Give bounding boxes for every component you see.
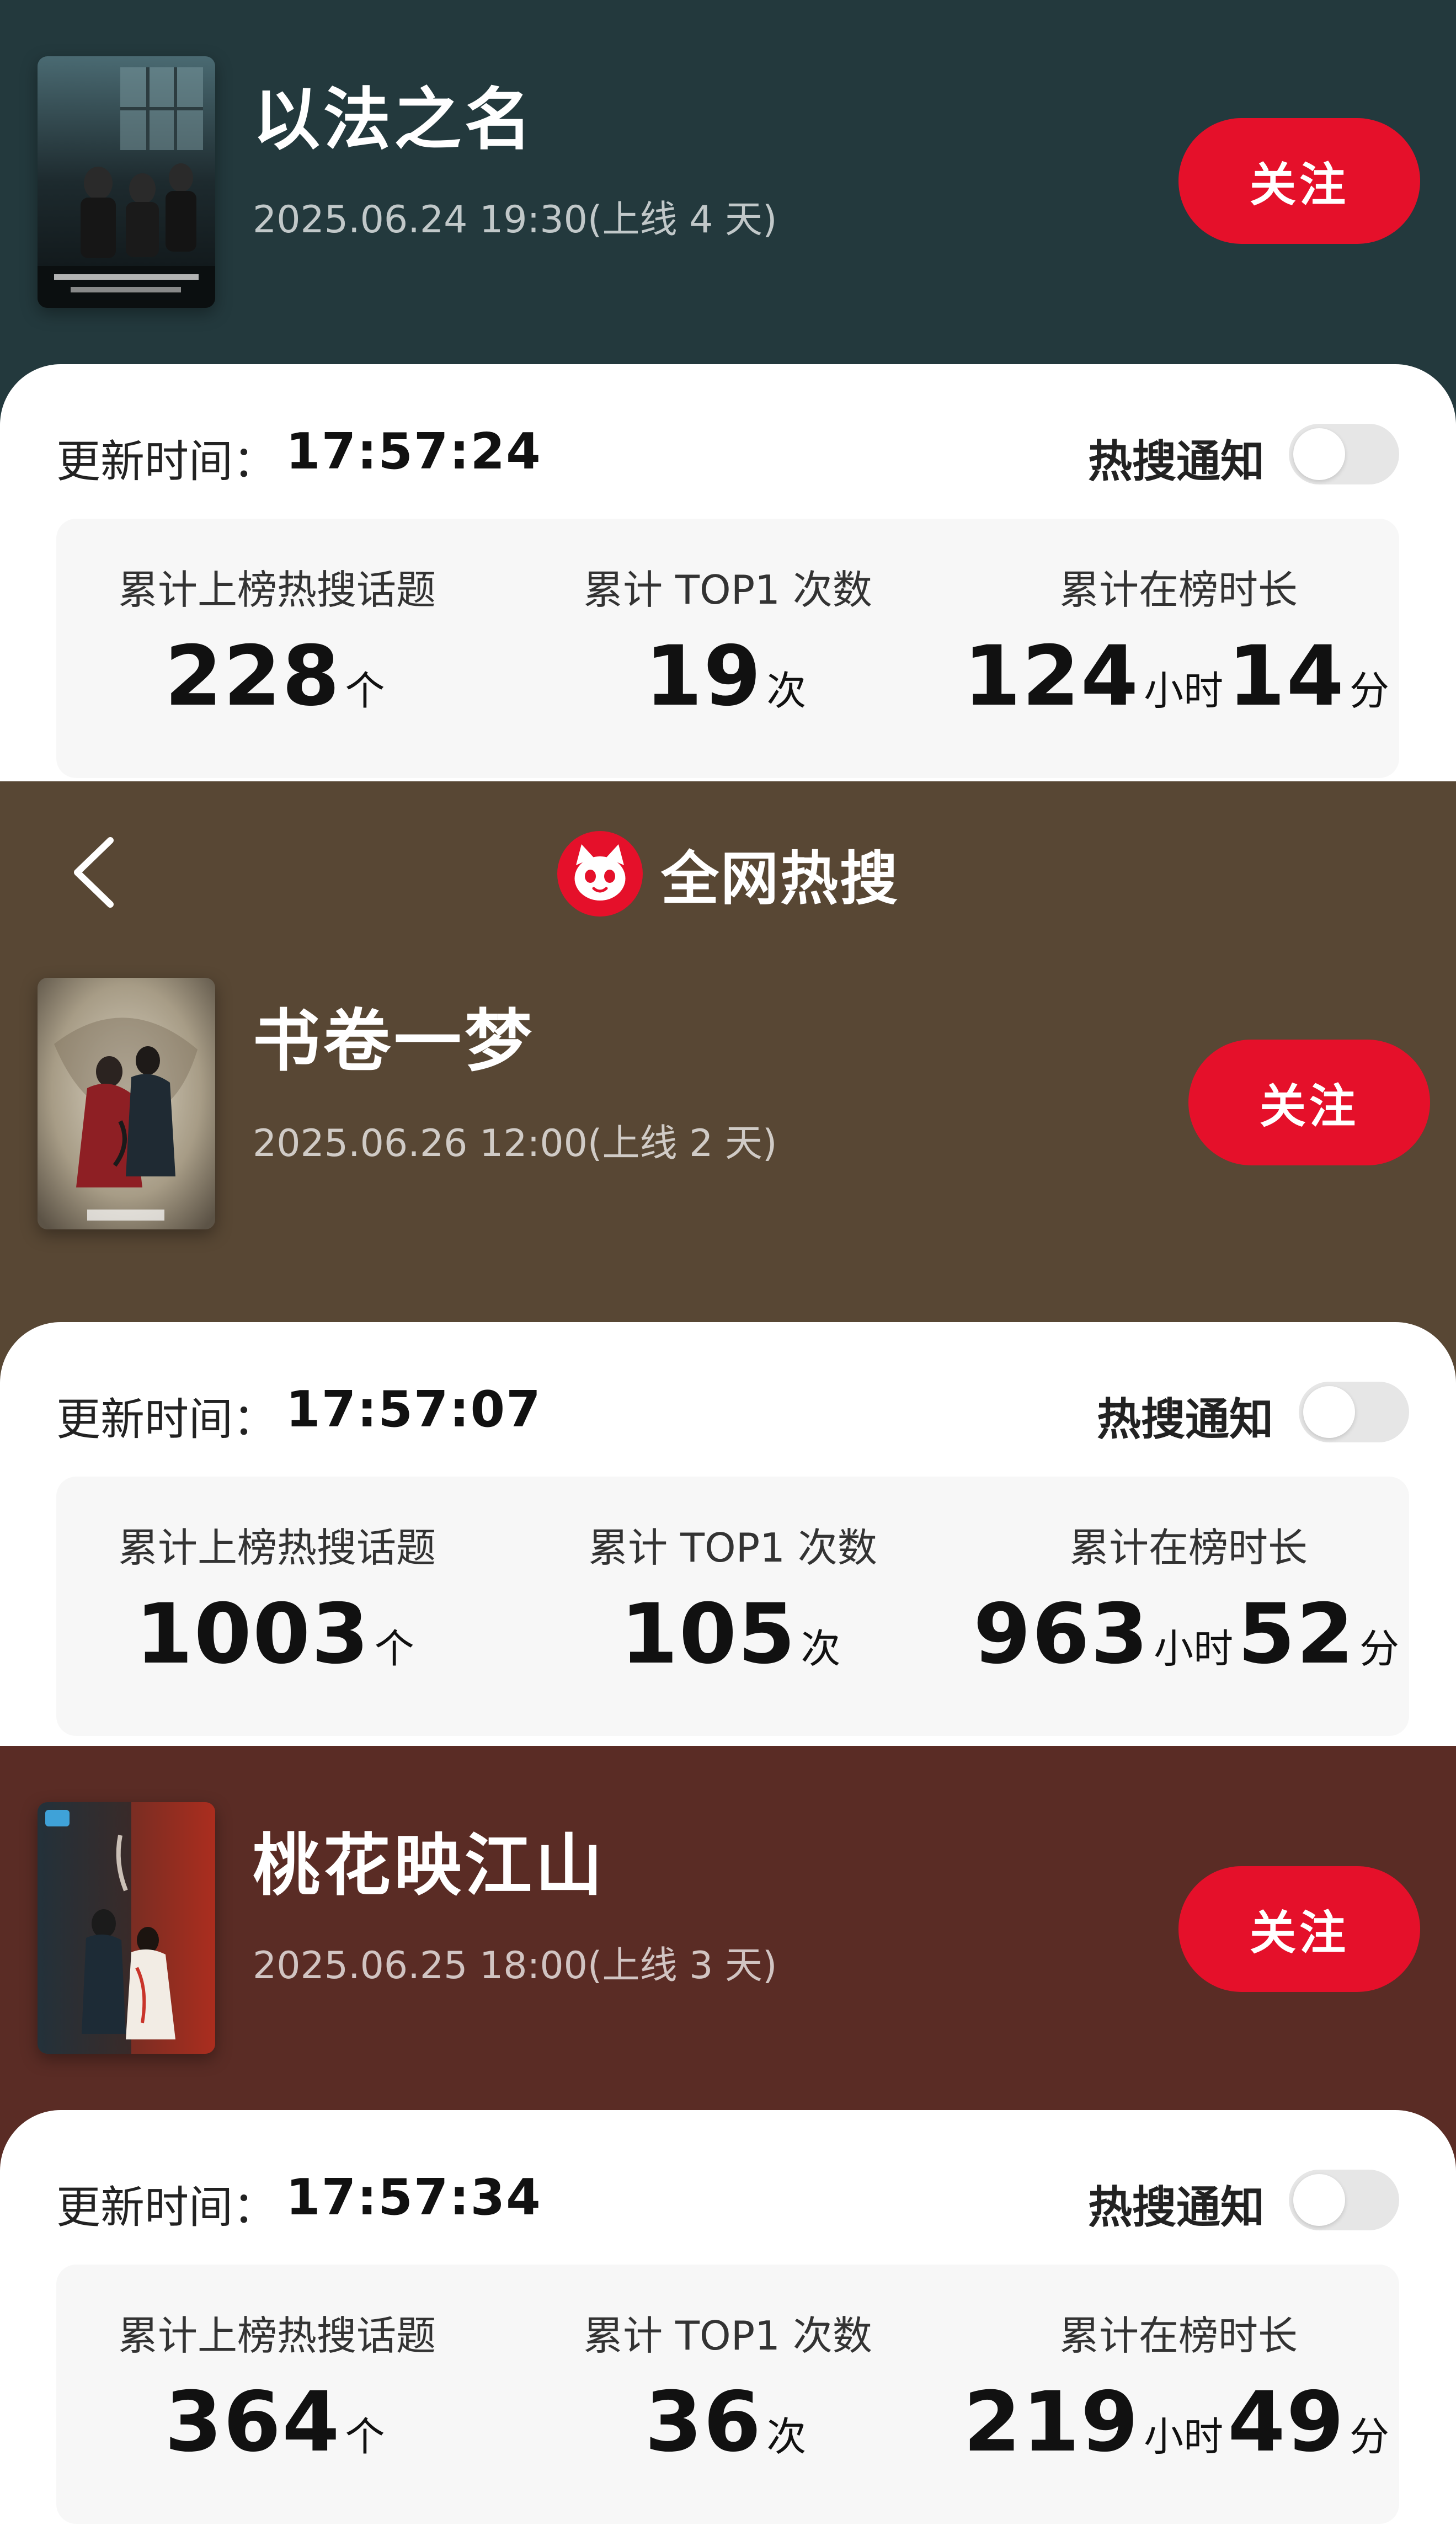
hot-search-notify-toggle[interactable] — [1299, 1382, 1409, 1442]
show-title: 书卷一梦 — [253, 1002, 535, 1080]
stat-duration-minutes: 52 — [1238, 1586, 1355, 1682]
show-title: 以法之名 — [253, 81, 535, 159]
stat-duration-label: 累计在榜时长 — [1069, 1525, 1308, 1571]
stat-topics: 累计上榜热搜话题 1003 个 — [56, 1477, 498, 1682]
update-time-value: 17:57:07 — [286, 1381, 542, 1439]
stat-duration: 累计在榜时长 124 小时14 分 — [958, 519, 1399, 725]
show-header: 书卷一梦 2025.06.26 12:00(上线 2 天) 关注 — [0, 925, 1456, 1278]
stat-topics-value: 228 — [164, 628, 341, 725]
stats-panel: 累计上榜热搜话题 228 个 累计 TOP1 次数 19 次 累计在榜时长 124 小… — [56, 519, 1399, 778]
toggle-knob — [1303, 1386, 1355, 1438]
nav-title: 全网热搜 — [661, 845, 900, 913]
stat-topics-value: 364 — [164, 2374, 341, 2470]
nav-bar: 全网热搜 — [0, 781, 1456, 925]
hot-search-notify-toggle[interactable] — [1289, 424, 1399, 484]
stat-topics: 累计上榜热搜话题 228 个 — [56, 519, 498, 725]
stat-topics-label: 累计上榜热搜话题 — [118, 567, 436, 613]
toggle-knob — [1293, 2174, 1345, 2226]
stats-panel: 累计上榜热搜话题 364 个 累计 TOP1 次数 36 次 累计在榜时长 219 小… — [56, 2265, 1399, 2524]
stat-top1-label: 累计 TOP1 次数 — [583, 2313, 872, 2359]
follow-button[interactable]: 关注 — [1178, 1866, 1420, 1992]
stat-duration-minutes: 14 — [1228, 628, 1345, 725]
stat-minute-unit: 分 — [1359, 1626, 1399, 1672]
show-header: 桃花映江山 2025.06.25 18:00(上线 3 天) 关注 — [0, 1746, 1456, 2110]
stat-top1-label: 累计 TOP1 次数 — [583, 567, 872, 613]
update-time-label: 更新时间： — [56, 2182, 277, 2233]
update-time-value: 17:57:24 — [286, 423, 542, 481]
show-header: 以法之名 2025.06.24 19:30(上线 4 天) 关注 — [0, 0, 1456, 364]
hot-search-notify-label: 热搜通知 — [1097, 1394, 1273, 1445]
follow-button[interactable]: 关注 — [1188, 1040, 1430, 1165]
update-time-label: 更新时间： — [56, 436, 277, 487]
stat-topics-label: 累计上榜热搜话题 — [118, 1525, 436, 1571]
stat-topics-unit: 个 — [374, 1626, 414, 1672]
stat-duration: 累计在榜时长 219 小时49 分 — [958, 2265, 1399, 2470]
stat-minute-unit: 分 — [1349, 668, 1389, 714]
stat-topics-label: 累计上榜热搜话题 — [118, 2313, 436, 2359]
stats-card: 更新时间： 17:57:34 热搜通知 累计上榜热搜话题 364 个 累计 TOP… — [0, 2110, 1456, 2525]
stat-top1-unit: 次 — [766, 2414, 807, 2460]
update-time-value: 17:57:34 — [286, 2169, 542, 2226]
stat-duration-label: 累计在榜时长 — [1059, 2313, 1298, 2359]
stat-duration: 累计在榜时长 963 小时52 分 — [968, 1477, 1409, 1682]
hot-search-notify-label: 热搜通知 — [1088, 2182, 1265, 2233]
follow-button[interactable]: 关注 — [1178, 118, 1420, 244]
nav-brand: 全网热搜 — [557, 831, 899, 917]
stats-panel: 累计上榜热搜话题 1003 个 累计 TOP1 次数 105 次 累计在榜时长 96… — [56, 1477, 1409, 1736]
hot-search-notify-label: 热搜通知 — [1088, 436, 1265, 487]
stat-hour-unit: 小时 — [1144, 668, 1224, 714]
stat-duration-hours: 963 — [973, 1586, 1150, 1682]
stat-topics-unit: 个 — [345, 2414, 385, 2460]
poster-image — [38, 56, 215, 308]
stat-topics-value: 1003 — [135, 1586, 370, 1682]
show-poster[interactable] — [38, 978, 215, 1229]
stat-minute-unit: 分 — [1349, 2414, 1389, 2460]
show-release-date: 2025.06.25 18:00(上线 3 天) — [253, 1944, 777, 1988]
show-section-2: 全网热搜 书卷一梦 2025.06.26 12:00(上线 2 天) 关注 更新… — [0, 781, 1456, 1746]
stat-top1-unit: 次 — [766, 668, 807, 714]
show-title: 桃花映江山 — [253, 1826, 606, 1905]
stat-top1-value: 19 — [644, 628, 762, 725]
show-release-date: 2025.06.26 12:00(上线 2 天) — [253, 1122, 777, 1165]
show-poster[interactable] — [38, 1802, 215, 2054]
stat-hour-unit: 小时 — [1144, 2414, 1224, 2460]
hot-search-notify-toggle[interactable] — [1289, 2170, 1399, 2230]
stat-topics-unit: 个 — [345, 668, 385, 714]
show-section-1: 以法之名 2025.06.24 19:30(上线 4 天) 关注 更新时间： 1… — [0, 0, 1456, 781]
stat-top1: 累计 TOP1 次数 19 次 — [507, 519, 948, 725]
poster-image — [38, 1802, 215, 2054]
poster-image — [38, 978, 215, 1229]
cat-logo-icon — [557, 831, 643, 917]
toggle-knob — [1293, 428, 1345, 480]
chevron-left-icon[interactable] — [66, 835, 124, 910]
stats-card: 更新时间： 17:57:24 热搜通知 累计上榜热搜话题 228 个 累计 TOP… — [0, 364, 1456, 781]
stats-card: 更新时间： 17:57:07 热搜通知 累计上榜热搜话题 1003 个 累计 TO… — [0, 1322, 1456, 1746]
update-time-label: 更新时间： — [56, 1394, 277, 1445]
stat-top1: 累计 TOP1 次数 36 次 — [507, 2265, 948, 2470]
stat-top1-value: 36 — [644, 2374, 762, 2470]
stat-top1-unit: 次 — [801, 1626, 841, 1672]
stat-duration-hours: 219 — [963, 2374, 1140, 2470]
stat-top1: 累计 TOP1 次数 105 次 — [512, 1477, 953, 1682]
stat-topics: 累计上榜热搜话题 364 个 — [56, 2265, 498, 2470]
show-section-3: 桃花映江山 2025.06.25 18:00(上线 3 天) 关注 更新时间： … — [0, 1746, 1456, 2525]
stat-duration-hours: 124 — [963, 628, 1140, 725]
show-release-date: 2025.06.24 19:30(上线 4 天) — [253, 198, 777, 242]
stat-hour-unit: 小时 — [1154, 1626, 1234, 1672]
stat-top1-label: 累计 TOP1 次数 — [588, 1525, 877, 1571]
stat-duration-minutes: 49 — [1228, 2374, 1345, 2470]
stat-duration-label: 累计在榜时长 — [1059, 567, 1298, 613]
stat-top1-value: 105 — [620, 1586, 797, 1682]
show-poster[interactable] — [38, 56, 215, 308]
